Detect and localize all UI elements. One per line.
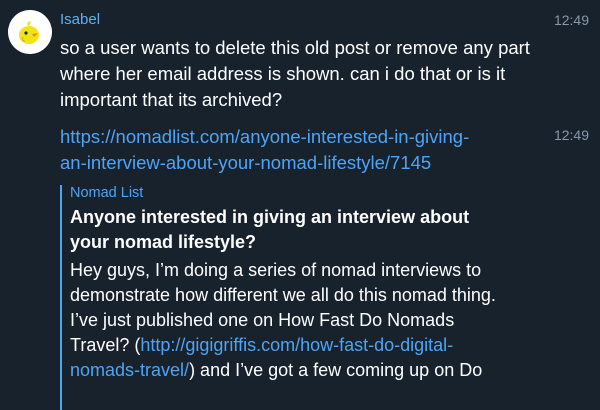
message-link[interactable]: https://nomadlist.com/anyone-interested-… <box>60 124 540 176</box>
bird-avatar-icon <box>8 10 52 54</box>
preview-accent-bar <box>60 185 62 410</box>
chat-window: Isabel 12:49 so a user wants to delete t… <box>0 0 600 410</box>
link-preview[interactable]: Nomad List Anyone interested in giving a… <box>60 183 540 410</box>
message-text: so a user wants to delete this old post … <box>60 37 530 110</box>
link-message-timestamp: 12:49 <box>553 127 589 143</box>
preview-site-name: Nomad List <box>70 185 144 201</box>
avatar[interactable] <box>8 10 52 54</box>
sender-name[interactable]: Isabel <box>60 11 100 28</box>
message-timestamp: 12:49 <box>553 12 589 28</box>
preview-description: Hey guys, I’m doing a series of nomad in… <box>70 258 500 383</box>
link-line-1[interactable]: https://nomadlist.com/anyone-interested-… <box>60 126 469 147</box>
preview-title: Anyone interested in giving an interview… <box>70 207 470 252</box>
link-line-2[interactable]: an-interview-about-your-nomad-lifestyle/… <box>60 152 431 173</box>
preview-text-after: ) and I’ve got a few coming up on Do <box>189 360 483 380</box>
